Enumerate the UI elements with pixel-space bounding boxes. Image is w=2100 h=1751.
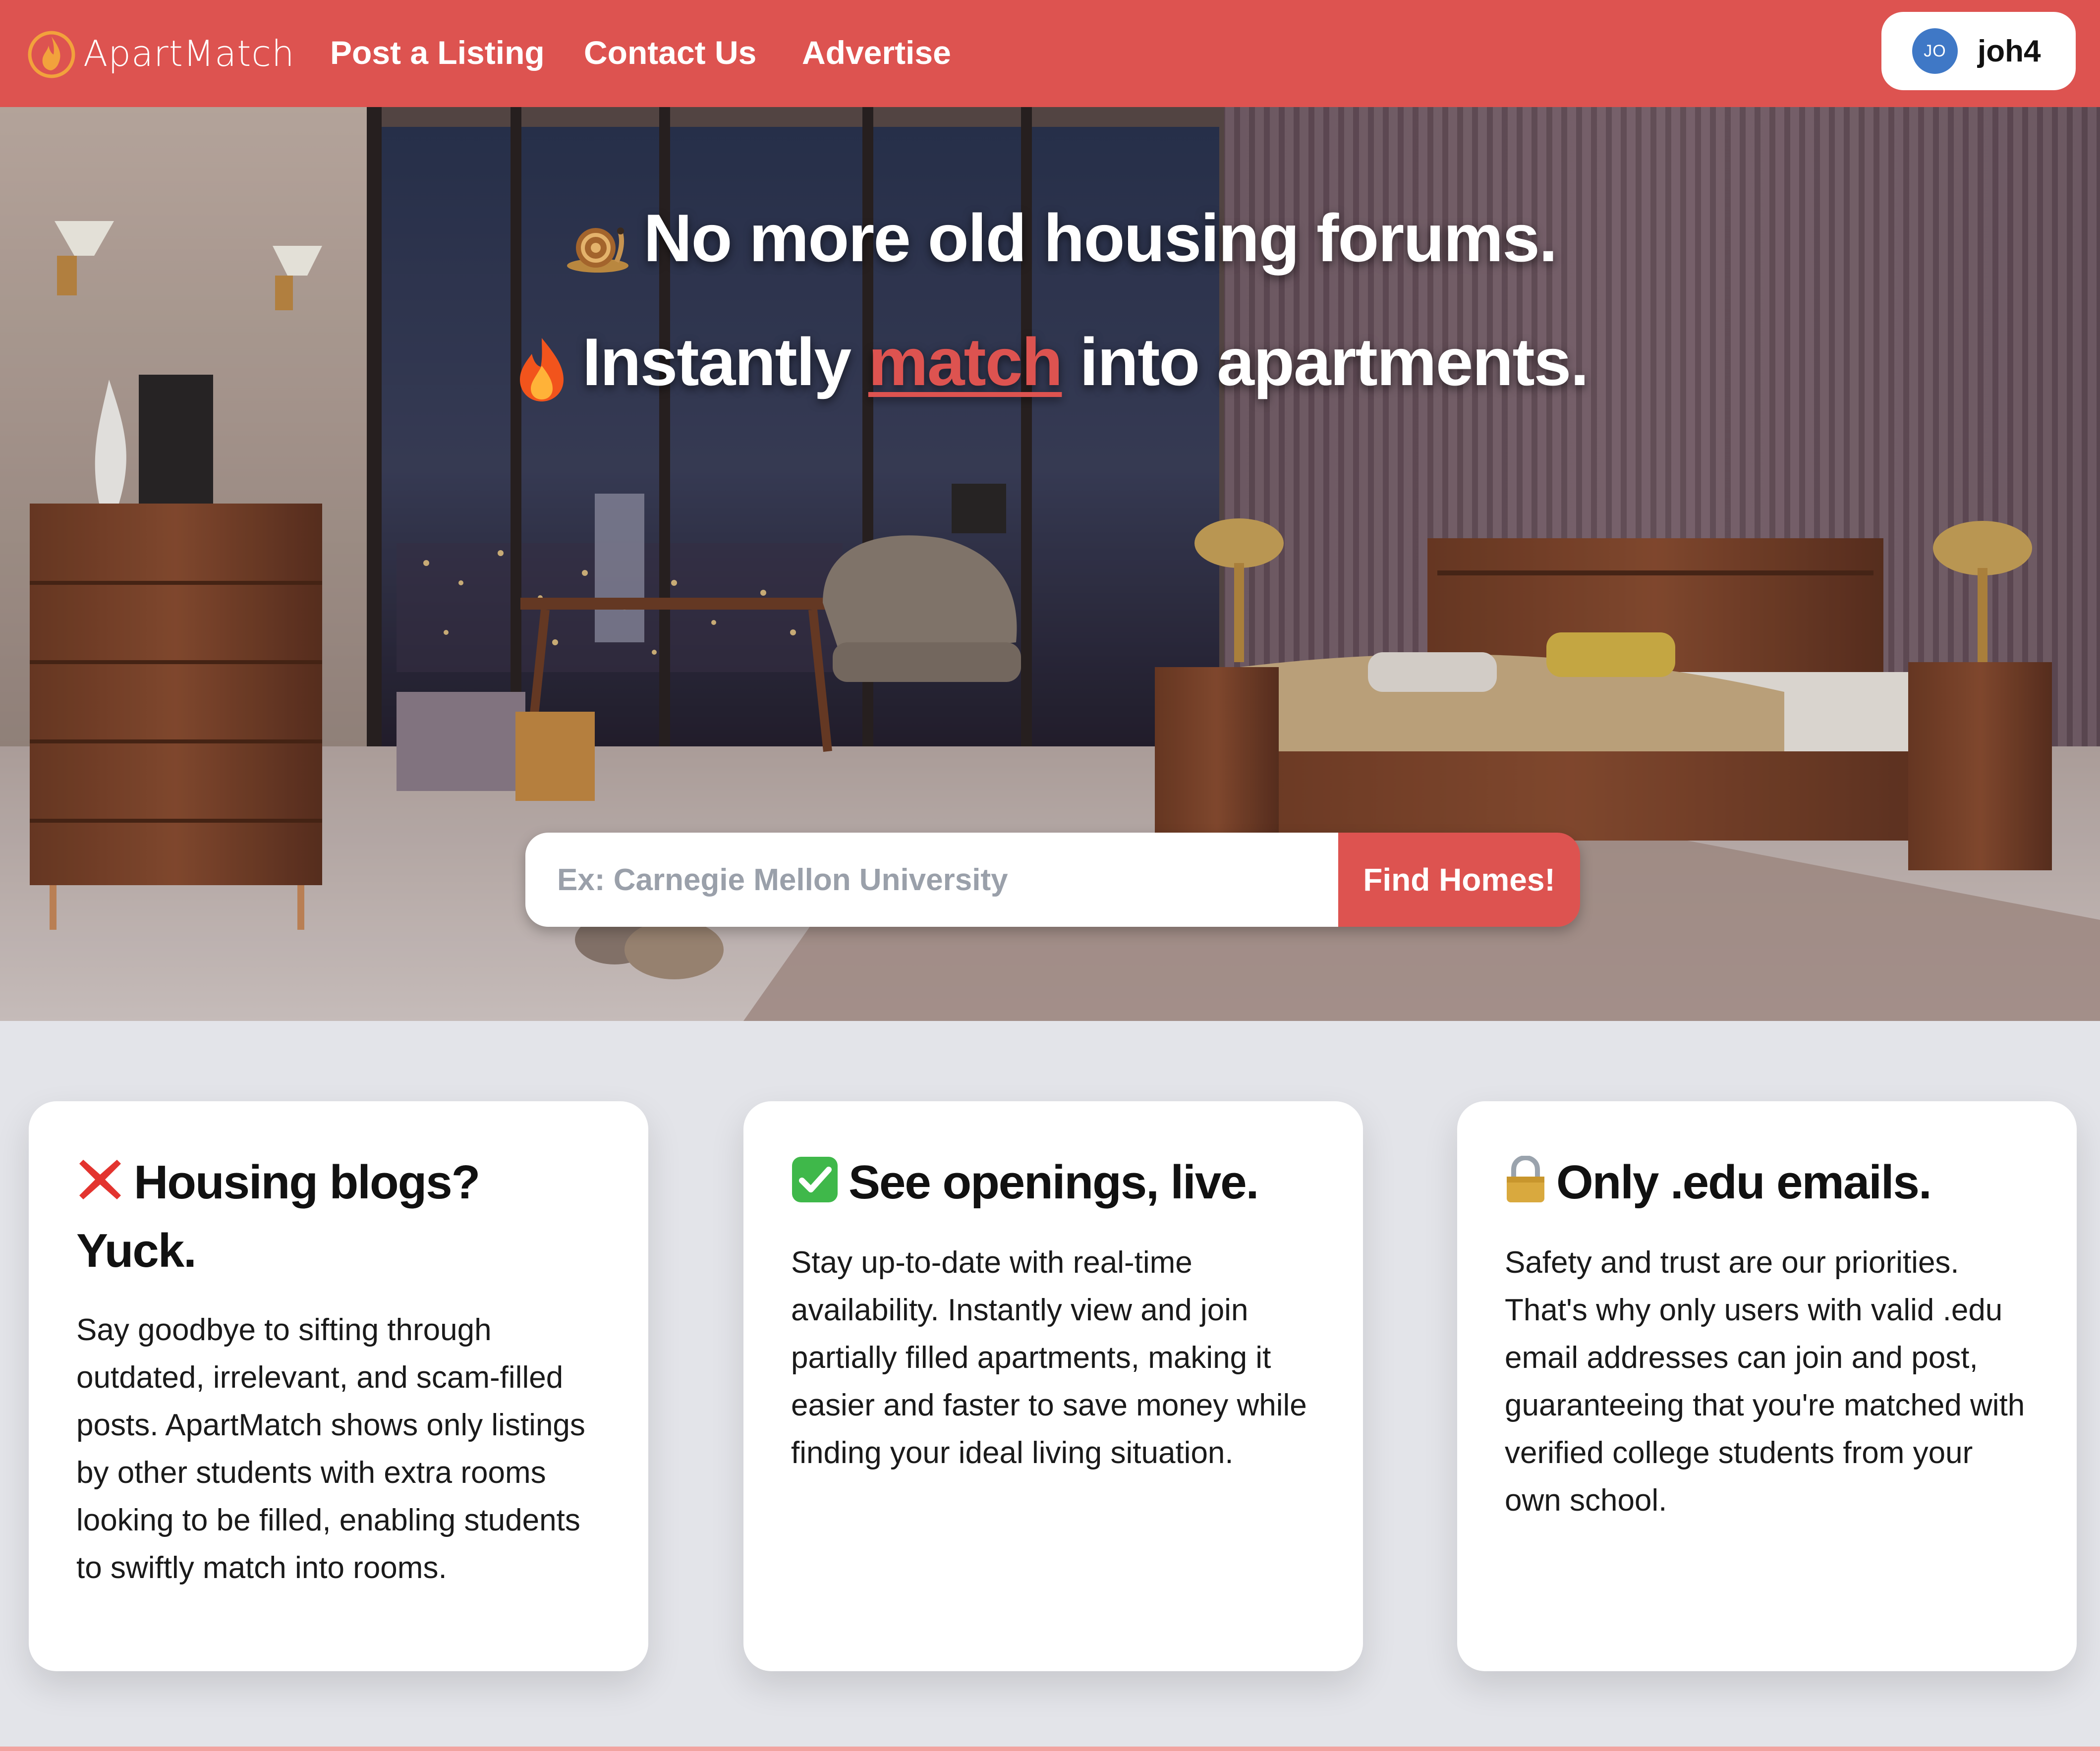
hero-section: No more old housing forums. Instantly ma… <box>0 107 2100 1021</box>
card-title: Housing blogs? Yuck. <box>76 1151 601 1283</box>
top-navbar: ApartMatch Post a Listing Contact Us Adv… <box>0 0 2100 107</box>
footer-accent-strip <box>0 1747 2100 1751</box>
user-account-button[interactable]: JO joh4 <box>1881 12 2076 90</box>
brand-name: ApartMatch <box>83 33 295 74</box>
hero-headline-text-1: No more old housing forums. <box>643 200 1557 276</box>
brand-home-link[interactable]: ApartMatch <box>27 25 295 82</box>
nav-post-listing-link[interactable]: Post a Listing <box>330 30 545 75</box>
card-title-text: Housing blogs? Yuck. <box>76 1156 480 1277</box>
fire-icon <box>512 326 571 404</box>
avatar: JO <box>1912 28 1958 74</box>
card-title: See openings, live. <box>791 1151 1315 1219</box>
hero-headline-text-after: into apartments. <box>1062 324 1589 399</box>
feature-card-edu-emails: Only .edu emails. Safety and trust are o… <box>1457 1101 2077 1671</box>
feature-card-live-openings: See openings, live. Stay up-to-date with… <box>743 1101 1363 1671</box>
card-title-text: See openings, live. <box>849 1156 1259 1209</box>
nav-advertise-link[interactable]: Advertise <box>802 30 951 75</box>
hero-headline-text-before: Instantly <box>582 324 868 399</box>
red-x-icon <box>76 1156 124 1219</box>
school-search-form: Find Homes! <box>525 833 1580 927</box>
card-body: Stay up-to-date with real-time availabil… <box>791 1245 1307 1470</box>
card-title-text: Only .edu emails. <box>1556 1156 1932 1209</box>
find-homes-button[interactable]: Find Homes! <box>1338 833 1580 927</box>
school-search-input[interactable] <box>525 833 1338 927</box>
card-body: Say goodbye to sifting through outdated,… <box>76 1313 585 1585</box>
hero-headline-highlight: match <box>868 324 1063 399</box>
feature-card-housing-blogs: Housing blogs? Yuck. Say goodbye to sift… <box>29 1101 648 1671</box>
check-mark-icon <box>791 1156 839 1219</box>
username-label: joh4 <box>1978 34 2041 68</box>
flame-logo-icon <box>28 31 75 78</box>
padlock-icon <box>1505 1155 1546 1219</box>
snail-icon <box>563 202 632 281</box>
nav-contact-us-link[interactable]: Contact Us <box>584 30 756 75</box>
hero-headline-line-1: No more old housing forums. <box>0 199 2100 281</box>
hero-headline-line-2: Instantly match into apartments. <box>0 323 2100 404</box>
card-body: Safety and trust are our priorities. Tha… <box>1505 1245 2025 1518</box>
card-title: Only .edu emails. <box>1505 1151 2029 1219</box>
